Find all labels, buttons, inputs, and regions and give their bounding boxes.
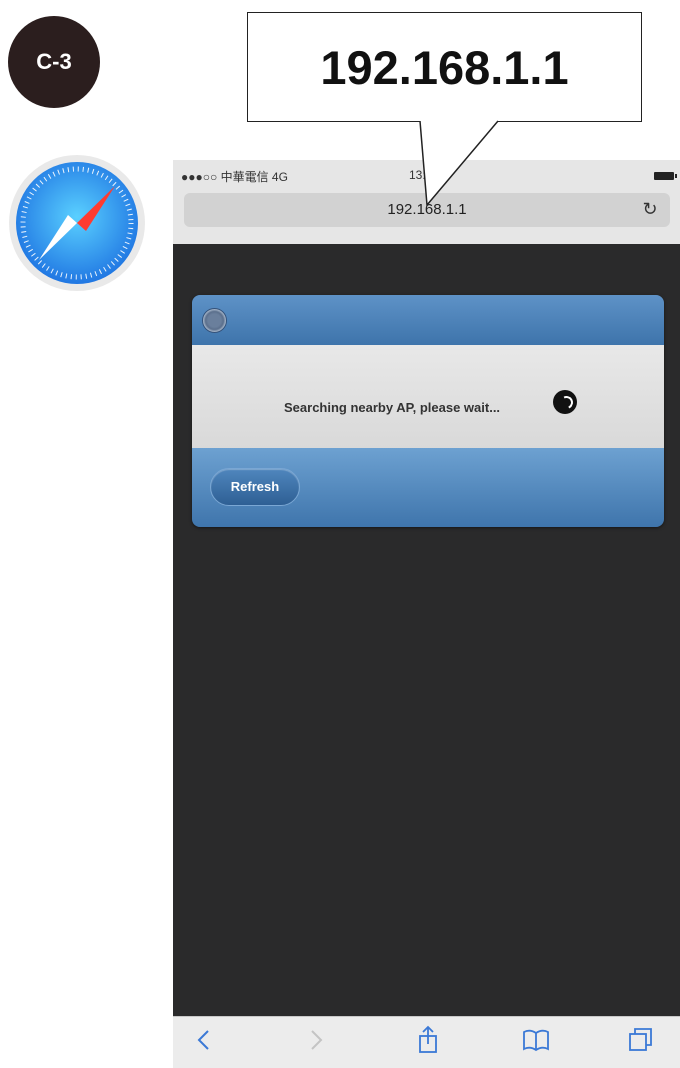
forward-icon[interactable]	[301, 1025, 331, 1055]
dialog-header	[192, 295, 664, 345]
refresh-button[interactable]: Refresh	[210, 468, 300, 506]
web-content: Searching nearby AP, please wait... Refr…	[173, 244, 680, 1016]
ip-address-callout: 192.168.1.1	[247, 12, 642, 122]
tabs-icon[interactable]	[626, 1025, 656, 1055]
share-icon[interactable]	[413, 1025, 443, 1055]
url-text: 192.168.1.1	[387, 201, 467, 218]
status-bar: ●●●○○ 中華電信 4G 13:	[173, 160, 680, 190]
spinner-icon	[553, 390, 577, 414]
dialog-body: Searching nearby AP, please wait...	[192, 345, 664, 448]
battery-icon	[654, 172, 677, 180]
back-icon[interactable]	[189, 1025, 219, 1055]
clock-label: 13:	[409, 168, 426, 182]
reload-icon[interactable]: ↻	[640, 199, 660, 219]
search-dialog: Searching nearby AP, please wait... Refr…	[192, 295, 664, 527]
bottom-toolbar	[173, 1016, 680, 1068]
safari-icon	[9, 155, 145, 291]
address-bar[interactable]: 192.168.1.1 ↻	[184, 193, 670, 227]
close-icon[interactable]	[202, 308, 227, 333]
step-badge: C-3	[8, 16, 100, 108]
dialog-footer: Refresh	[192, 448, 664, 527]
phone-screen: ●●●○○ 中華電信 4G 13: 192.168.1.1 ↻ Searchin…	[173, 160, 680, 1068]
carrier-label: ●●●○○ 中華電信 4G	[181, 170, 288, 184]
bookmarks-icon[interactable]	[521, 1025, 551, 1055]
search-status-message: Searching nearby AP, please wait...	[284, 400, 501, 415]
